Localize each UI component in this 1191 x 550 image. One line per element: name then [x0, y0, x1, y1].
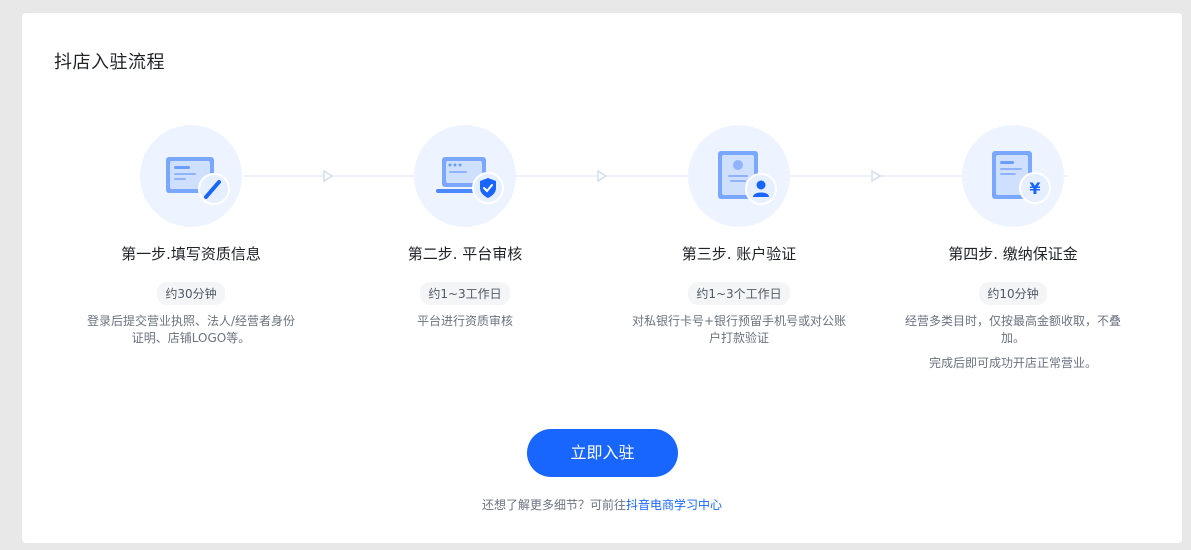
step-description: 平台进行资质审核 — [416, 314, 513, 328]
svg-text:¥: ¥ — [1029, 179, 1040, 198]
duration-badge: 约10分钟 — [979, 282, 1047, 305]
step-description: 对私银行卡号+银行预留手机号或对公账户打款验证 — [631, 314, 847, 345]
step-description: 经营多类目时，仅按最高金额收取，不叠加。 — [904, 314, 1121, 345]
learning-center-link[interactable]: 抖音电商学习中心 — [626, 498, 722, 512]
arrow-right-icon — [597, 169, 608, 183]
apply-now-button[interactable]: 立即入驻 — [527, 429, 678, 477]
footnote-text: 还想了解更多细节？可前往 — [481, 498, 626, 512]
duration-badge: 约1~3个工作日 — [688, 282, 790, 305]
step-description-extra: 完成后即可成功开店正常营业。 — [928, 356, 1097, 370]
help-footnote: 还想了解更多细节？可前往抖音电商学习中心 — [22, 496, 1182, 513]
arrow-right-icon — [871, 169, 882, 183]
duration-badge: 约30分钟 — [157, 282, 225, 305]
document-edit-icon — [140, 125, 242, 227]
step-1: 第一步.填写资质信息 约30分钟 登录后提交营业执照、法人/经营者身份证明、店铺… — [71, 125, 311, 347]
id-card-user-icon — [688, 125, 790, 227]
step-2: 第二步. 平台审核 约1~3工作日 平台进行资质审核 — [345, 125, 585, 330]
step-3: 第三步. 账户验证 约1~3个工作日 对私银行卡号+银行预留手机号或对公账户打款… — [619, 125, 859, 347]
steps-row: 第一步.填写资质信息 约30分钟 登录后提交营业执照、法人/经营者身份证明、店铺… — [22, 13, 1182, 413]
step-4: ¥ 第四步. 缴纳保证金 约10分钟 经营多类目时，仅按最高金额收取，不叠加。 … — [893, 125, 1133, 371]
step-title: 第一步.填写资质信息 — [121, 245, 261, 263]
onboarding-card: 抖店入驻流程 第一步.填写资质信息 约30分钟 登录后提交营业执照、法人/经营者… — [22, 13, 1182, 543]
duration-badge: 约1~3工作日 — [420, 282, 510, 305]
step-title: 第四步. 缴纳保证金 — [948, 245, 1078, 263]
arrow-right-icon — [323, 169, 334, 183]
step-description: 登录后提交营业执照、法人/经营者身份证明、店铺LOGO等。 — [86, 314, 296, 345]
document-yen-icon: ¥ — [962, 125, 1064, 227]
step-title: 第二步. 平台审核 — [407, 245, 523, 263]
step-title: 第三步. 账户验证 — [681, 245, 797, 263]
laptop-shield-icon — [414, 125, 516, 227]
